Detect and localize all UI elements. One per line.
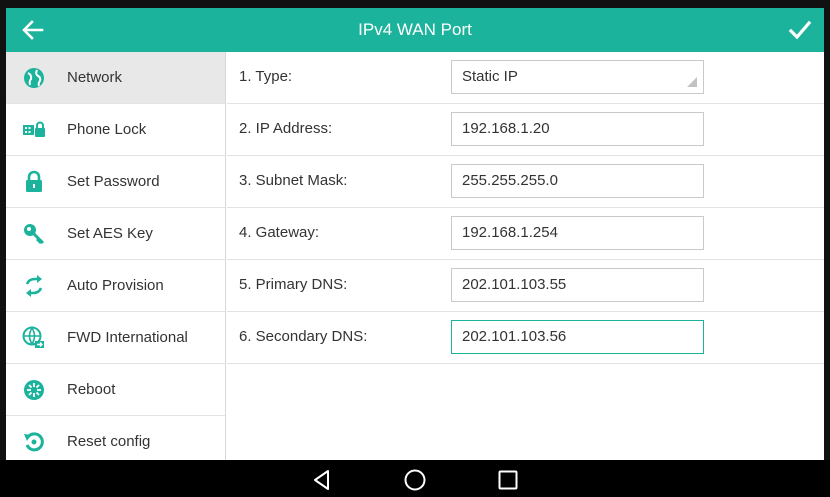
form-row-gateway: 4. Gateway: 192.168.1.254 (227, 208, 824, 260)
secondary-dns-label: 6. Secondary DNS: (239, 328, 368, 345)
sidebar-item-reboot[interactable]: Reboot (6, 364, 225, 416)
globe-forward-icon (22, 326, 46, 350)
sidebar-item-label: Reboot (67, 381, 116, 398)
keypad-lock-icon (22, 118, 46, 142)
sidebar-item-label: Reset config (67, 433, 151, 450)
sidebar-item-phone-lock[interactable]: Phone Lock (6, 104, 225, 156)
form-row-secondary-dns: 6. Secondary DNS: 202.101.103.56 (227, 312, 824, 364)
sidebar-item-reset-config[interactable]: Reset config (6, 416, 225, 460)
subnet-mask-field[interactable]: 255.255.255.0 (451, 164, 704, 198)
secondary-dns-field[interactable]: 202.101.103.56 (451, 320, 704, 354)
sidebar-item-label: Phone Lock (67, 121, 147, 138)
subnet-mask-label: 3. Subnet Mask: (239, 172, 348, 189)
sidebar-item-auto-provision[interactable]: Auto Provision (6, 260, 225, 312)
type-value: Static IP (462, 68, 518, 85)
device-frame: IPv4 WAN Port Network Phone Lock Set Pas… (0, 0, 830, 497)
gateway-label: 4. Gateway: (239, 224, 320, 241)
sidebar-item-fwd-international[interactable]: FWD International (6, 312, 225, 364)
reboot-icon (22, 378, 46, 402)
sidebar-item-set-password[interactable]: Set Password (6, 156, 225, 208)
sidebar-item-label: FWD International (67, 329, 188, 346)
ip-address-label: 2. IP Address: (239, 120, 333, 137)
sidebar: Network Phone Lock Set Password Set AES … (6, 52, 226, 460)
page-title: IPv4 WAN Port (358, 20, 472, 39)
settings-form: 1. Type: Static IP 2. IP Address: 192.16… (227, 52, 824, 460)
primary-dns-field[interactable]: 202.101.103.55 (451, 268, 704, 302)
primary-dns-label: 5. Primary DNS: (239, 276, 348, 293)
dropdown-corner-icon (687, 77, 697, 87)
back-triangle-icon[interactable] (310, 468, 334, 492)
type-label: 1. Type: (239, 68, 293, 85)
title-bar: IPv4 WAN Port (6, 8, 824, 52)
form-row-type: 1. Type: Static IP (227, 52, 824, 104)
gateway-field[interactable]: 192.168.1.254 (451, 216, 704, 250)
key-icon (22, 222, 46, 246)
sidebar-item-label: Set AES Key (67, 225, 153, 242)
phone-screen: IPv4 WAN Port Network Phone Lock Set Pas… (6, 8, 824, 460)
sync-arrows-icon (22, 274, 46, 298)
globe-icon (22, 66, 46, 90)
ip-address-field[interactable]: 192.168.1.20 (451, 112, 704, 146)
form-row-primary-dns: 5. Primary DNS: 202.101.103.55 (227, 260, 824, 312)
checkmark-icon[interactable] (786, 16, 814, 44)
form-row-subnet-mask: 3. Subnet Mask: 255.255.255.0 (227, 156, 824, 208)
form-row-ip-address: 2. IP Address: 192.168.1.20 (227, 104, 824, 156)
padlock-icon (22, 170, 46, 194)
sidebar-item-set-aes-key[interactable]: Set AES Key (6, 208, 225, 260)
home-circle-icon[interactable] (403, 468, 427, 492)
sidebar-item-label: Set Password (67, 173, 160, 190)
reset-icon (22, 430, 46, 454)
sidebar-item-network[interactable]: Network (6, 52, 225, 104)
sidebar-item-label: Auto Provision (67, 277, 164, 294)
type-select[interactable]: Static IP (451, 60, 704, 94)
recents-square-icon[interactable] (496, 468, 520, 492)
sidebar-item-label: Network (67, 69, 123, 86)
android-nav-bar (0, 460, 830, 497)
